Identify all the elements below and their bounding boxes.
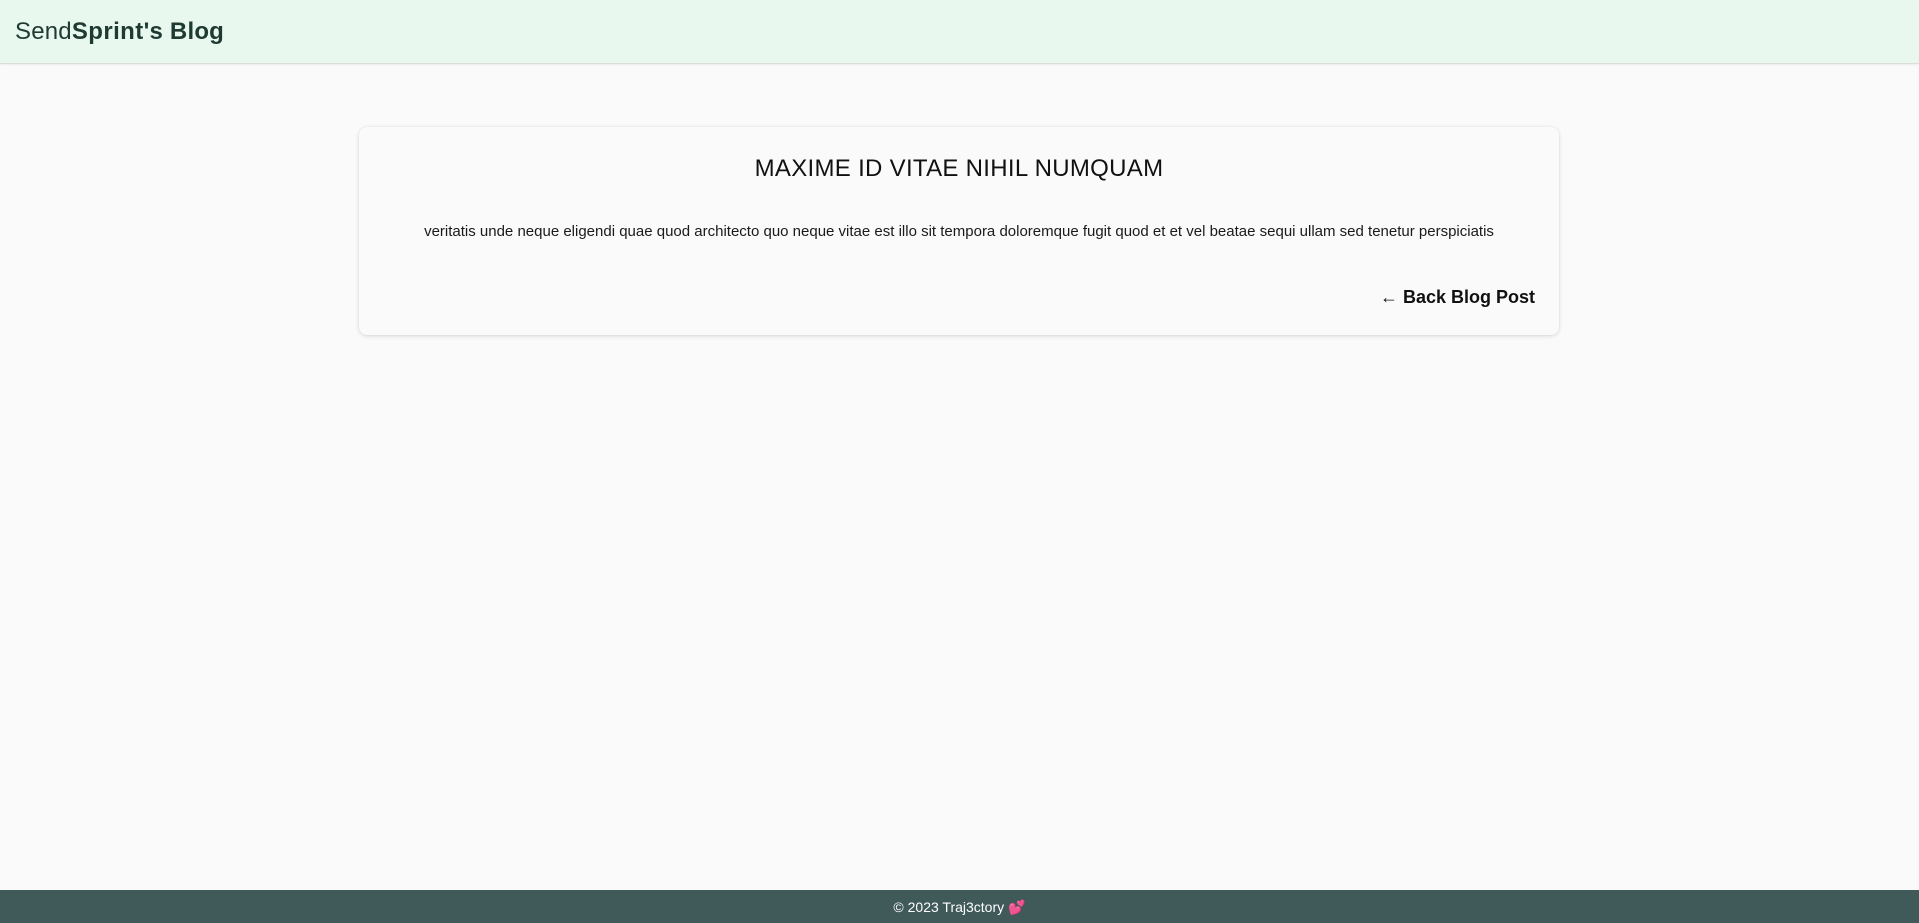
site-header: Send Sprint's Blog (0, 0, 1919, 64)
brand-suffix-text: 's Blog (143, 17, 225, 45)
brand-sprint-text: Sprint (71, 17, 144, 45)
site-logo-link[interactable]: Send Sprint's Blog (15, 18, 224, 46)
back-link-label: Back Blog Post (1402, 287, 1535, 307)
brand-send-text: Send (15, 17, 72, 45)
post-card: MAXIME ID VITAE NIHIL NUMQUAM veritatis … (359, 127, 1559, 335)
arrow-left-icon: ← (1379, 287, 1398, 307)
site-footer: © 2023 Traj3ctory 💕 (0, 890, 1919, 923)
heart-icon: 💕 (1008, 898, 1026, 915)
page: Send Sprint's Blog MAXIME ID VITAE NIHIL … (0, 0, 1919, 923)
footer-copyright: © 2023 Traj3ctory (893, 898, 1005, 915)
post-title: MAXIME ID VITAE NIHIL NUMQUAM (754, 155, 1164, 182)
back-to-blog-link[interactable]: ← Back Blog Post (1380, 287, 1535, 308)
post-body: veritatis unde neque eligendi quae quod … (424, 223, 1494, 240)
